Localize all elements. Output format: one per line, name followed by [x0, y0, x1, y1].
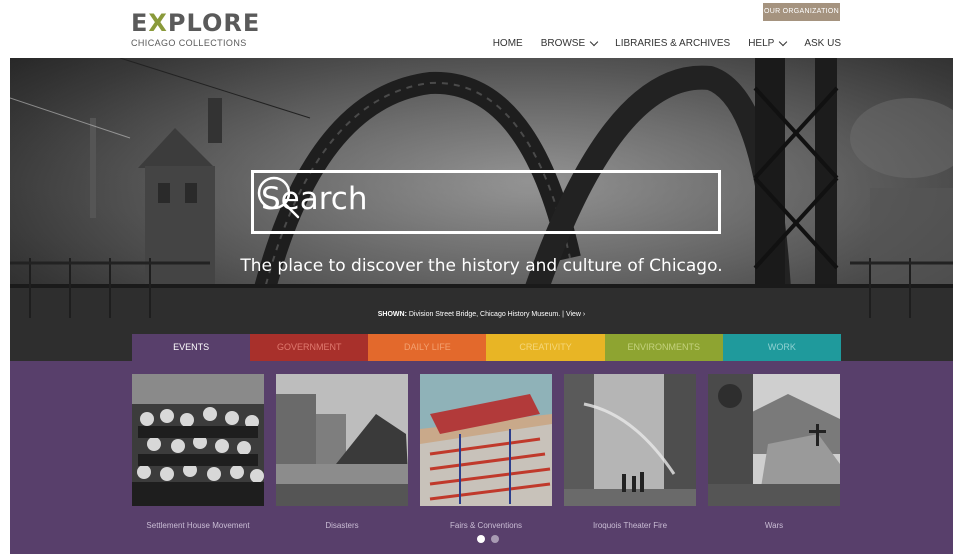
main-nav: HOME BROWSE LIBRARIES & ARCHIVES HELP AS…	[493, 38, 841, 49]
events-panel: Settlement House Movement Disasters Fair…	[10, 361, 953, 554]
card-settlement-house[interactable]: Settlement House Movement	[132, 374, 264, 530]
site-header: EXPLORE CHICAGO COLLECTIONS OUR ORGANIZA…	[0, 0, 957, 58]
nav-libraries-archives[interactable]: LIBRARIES & ARCHIVES	[615, 38, 730, 49]
disasters-photo	[276, 374, 408, 506]
search-box[interactable]: Search	[251, 170, 721, 234]
card-label[interactable]: Disasters	[276, 521, 408, 530]
tab-creativity-label: CREATIVITY	[519, 342, 572, 352]
logo-wordmark: EXPLORE	[131, 9, 261, 37]
wars-photo	[708, 374, 840, 506]
carousel-dot-active[interactable]	[477, 535, 485, 543]
caption-separator: |	[562, 311, 564, 318]
tab-work-label: WORK	[767, 342, 796, 352]
page-gutter	[953, 0, 957, 554]
hero-banner: Search The place to discover the history…	[10, 58, 953, 361]
card-label[interactable]: Wars	[708, 521, 840, 530]
search-icon[interactable]	[254, 173, 302, 221]
logo-subtitle: CHICAGO COLLECTIONS	[131, 38, 247, 48]
event-cards: Settlement House Movement Disasters Fair…	[132, 374, 840, 530]
tab-government[interactable]: GOVERNMENT	[250, 334, 369, 361]
tab-environments[interactable]: ENVIRONMENTS	[604, 334, 723, 361]
card-label[interactable]: Settlement House Movement	[132, 521, 264, 530]
settlement-house-photo	[132, 374, 264, 506]
tab-work[interactable]: WORK	[722, 334, 841, 361]
nav-help-label: HELP	[748, 38, 775, 49]
tab-events-label: EVENTS	[173, 342, 210, 352]
nav-browse[interactable]: BROWSE	[541, 38, 597, 49]
card-fairs-conventions[interactable]: Fairs & Conventions	[420, 374, 552, 530]
caption-text: Division Street Bridge, Chicago History …	[408, 311, 561, 318]
card-label[interactable]: Fairs & Conventions	[420, 521, 552, 530]
card-label[interactable]: Iroquois Theater Fire	[564, 521, 696, 530]
nav-browse-label: BROWSE	[540, 38, 586, 49]
fairs-conventions-illustration	[420, 374, 552, 506]
caption-view-link[interactable]: View ›	[566, 311, 585, 318]
tab-creativity[interactable]: CREATIVITY	[486, 334, 605, 361]
carousel-dot[interactable]	[491, 535, 499, 543]
nav-home[interactable]: HOME	[493, 38, 523, 49]
card-disasters[interactable]: Disasters	[276, 374, 408, 530]
card-iroquois-theater-fire[interactable]: Iroquois Theater Fire	[564, 374, 696, 530]
nav-help[interactable]: HELP	[748, 38, 786, 49]
tab-daily-life-label: DAILY LIFE	[404, 342, 451, 352]
tab-daily-life[interactable]: DAILY LIFE	[368, 334, 487, 361]
tab-events[interactable]: EVENTS	[132, 334, 251, 361]
tab-government-label: GOVERNMENT	[276, 342, 342, 352]
our-organization-button[interactable]: OUR ORGANIZATION	[763, 3, 840, 21]
tab-environments-label: ENVIRONMENTS	[627, 342, 700, 352]
card-wars[interactable]: Wars	[708, 374, 840, 530]
site-logo[interactable]: EXPLORE CHICAGO COLLECTIONS	[131, 11, 260, 48]
category-tabs: EVENTS GOVERNMENT DAILY LIFE CREATIVITY …	[132, 334, 841, 361]
hero-caption: SHOWN: Division Street Bridge, Chicago H…	[10, 311, 953, 318]
nav-ask-us[interactable]: ASK US	[804, 38, 841, 49]
hero-tagline: The place to discover the history and cu…	[240, 256, 723, 276]
iroquois-theater-fire-photo	[564, 374, 696, 506]
caption-prefix: SHOWN:	[377, 311, 407, 318]
carousel-dots	[477, 535, 499, 543]
